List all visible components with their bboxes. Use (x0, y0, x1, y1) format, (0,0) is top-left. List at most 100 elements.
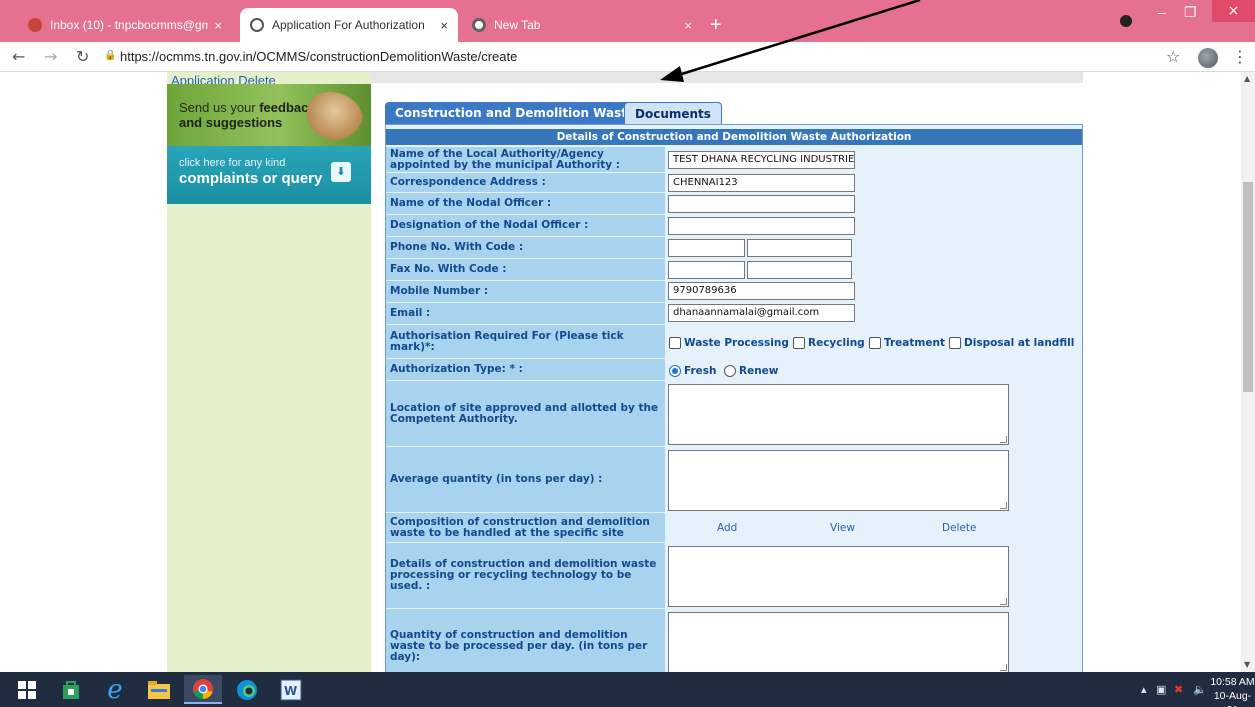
tab-inbox[interactable]: Inbox (10) - tnpcbocmms@gmail × (18, 8, 232, 42)
row-technology: Details of construction and demolition w… (386, 543, 1082, 609)
row-fax: Fax No. With Code : (386, 259, 1082, 281)
feedback-text: Send us your (179, 100, 260, 115)
composition-view-link[interactable]: View (830, 522, 855, 534)
address-toolbar: ← → ↻ 🔒 https://ocmms.tn.gov.in/OCMMS/co… (0, 42, 1255, 72)
checkbox-recycling[interactable]: Recycling (793, 337, 865, 349)
url-bar[interactable]: https://ocmms.tn.gov.in/OCMMS/constructi… (120, 49, 517, 64)
scroll-down-icon[interactable]: ▼ (1244, 660, 1250, 669)
nodal-name-input[interactable] (668, 195, 855, 213)
internet-explorer-icon[interactable]: e (96, 675, 134, 704)
bookmark-star-icon[interactable]: ☆ (1166, 47, 1180, 66)
mobile-input[interactable]: 9790789636 (668, 282, 855, 300)
row-address: Correspondence Address : CHENNAI123 (386, 173, 1082, 193)
location-textarea[interactable] (668, 384, 1009, 445)
phone-code-input[interactable] (668, 239, 745, 257)
tab-construction-waste[interactable]: Construction and Demolition Waste (385, 102, 646, 124)
radio-circle (724, 365, 736, 377)
chrome-taskbar-icon[interactable] (184, 675, 222, 704)
email-label: Email : (386, 303, 665, 325)
chrome-icon (472, 18, 486, 32)
average-quantity-label: Average quantity (in tons per day) : (386, 447, 665, 513)
top-gray-bar (371, 72, 1083, 83)
row-nodal-name: Name of the Nodal Officer : (386, 193, 1082, 215)
tab-application[interactable]: Application For Authorization × (240, 8, 458, 42)
profile-icon[interactable] (1120, 15, 1132, 27)
address-input[interactable]: CHENNAI123 (668, 174, 855, 192)
window-close-button[interactable]: × (1212, 0, 1255, 22)
volume-icon[interactable]: 🔈 (1193, 683, 1207, 696)
row-local-authority: Name of the Local Authority/Agency appoi… (386, 147, 1082, 173)
radio-circle (669, 365, 681, 377)
composition-delete-link[interactable]: Delete (942, 522, 977, 534)
nodal-designation-input[interactable] (668, 217, 855, 235)
local-authority-input[interactable]: TEST DHANA RECYCLING INDUSTRIE (668, 151, 855, 169)
clock-time: 10:58 AM (1210, 676, 1255, 688)
row-composition: Composition of construction and demoliti… (386, 513, 1082, 543)
form-header: Details of Construction and Demolition W… (386, 129, 1082, 145)
restore-icon[interactable]: ❐ (1184, 4, 1197, 21)
network-icon[interactable]: ▣ (1156, 683, 1166, 696)
address-label: Correspondence Address : (386, 173, 665, 193)
complaints-banner[interactable]: click here for any kind complaints or qu… (167, 146, 371, 204)
fax-number-input[interactable] (747, 261, 852, 279)
phone-label: Phone No. With Code : (386, 237, 665, 259)
reload-icon[interactable]: ↻ (76, 47, 89, 66)
checkbox-treatment[interactable]: Treatment (869, 337, 945, 349)
close-tab-icon[interactable]: × (684, 18, 692, 33)
quantity-processed-textarea[interactable] (668, 612, 1009, 672)
tab-new-tab[interactable]: New Tab × (462, 8, 702, 42)
checkbox-box (869, 337, 881, 349)
user-avatar[interactable] (1198, 48, 1218, 68)
nodal-name-label: Name of the Nodal Officer : (386, 193, 665, 215)
technology-textarea[interactable] (668, 546, 1009, 607)
radio-fresh[interactable]: Fresh (669, 365, 717, 377)
left-sidebar: Application Delete Send us your feedback… (167, 72, 371, 672)
average-quantity-textarea[interactable] (668, 450, 1009, 511)
flag-alert-icon[interactable]: ✖ (1174, 683, 1183, 696)
checkbox-box (669, 337, 681, 349)
back-icon[interactable]: ← (12, 47, 25, 66)
feedback-banner[interactable]: Send us your feedback and suggestions (167, 84, 371, 146)
scrollbar-thumb[interactable] (1243, 182, 1253, 392)
quantity-processed-label: Quantity of construction and demolition … (386, 609, 665, 672)
row-average-quantity: Average quantity (in tons per day) : (386, 447, 1082, 513)
forward-icon[interactable]: → (44, 47, 57, 66)
row-email: Email : dhanaannamalai@gmail.com (386, 303, 1082, 325)
checkbox-disposal-landfill[interactable]: Disposal at landfill (949, 337, 1074, 349)
technology-label: Details of construction and demolition w… (386, 543, 665, 609)
tray-chevron-icon[interactable]: ▴ (1141, 683, 1147, 696)
page-viewport: Application Delete Send us your feedback… (0, 72, 1241, 672)
file-explorer-icon[interactable] (140, 675, 178, 704)
fax-code-input[interactable] (668, 261, 745, 279)
checkbox-waste-processing[interactable]: Waste Processing (669, 337, 789, 349)
local-authority-label: Name of the Local Authority/Agency appoi… (386, 147, 665, 173)
composition-label: Composition of construction and demoliti… (386, 513, 665, 543)
down-arrow-icon[interactable]: ⬇ (331, 162, 351, 182)
minimize-icon[interactable]: – (1158, 4, 1166, 20)
windows-start-icon[interactable] (8, 675, 46, 704)
close-tab-icon[interactable]: × (440, 18, 448, 33)
tab-documents[interactable]: Documents (624, 102, 722, 124)
close-tab-icon[interactable]: × (214, 18, 222, 33)
complaints-small-text: click here for any kind (179, 157, 286, 169)
taskbar-clock[interactable]: 10:58 AM 10-Aug-21 (1210, 675, 1255, 707)
lock-icon[interactable]: 🔒 (104, 50, 116, 61)
page-scrollbar[interactable]: ▲ ▼ (1241, 72, 1255, 672)
phone-number-input[interactable] (747, 239, 852, 257)
word-icon[interactable]: W (272, 675, 310, 704)
store-icon[interactable] (52, 675, 90, 704)
nodal-designation-label: Designation of the Nodal Officer : (386, 215, 665, 237)
row-phone: Phone No. With Code : (386, 237, 1082, 259)
composition-add-link[interactable]: Add (717, 522, 737, 534)
radio-renew[interactable]: Renew (724, 365, 779, 377)
authorization-type-label: Authorization Type: * : (386, 359, 665, 381)
edge-icon[interactable] (228, 675, 266, 704)
complaints-big-text: complaints or query (179, 170, 323, 187)
fax-label: Fax No. With Code : (386, 259, 665, 281)
email-input[interactable]: dhanaannamalai@gmail.com (668, 304, 855, 322)
scroll-up-icon[interactable]: ▲ (1244, 74, 1250, 83)
new-tab-button[interactable]: + (710, 14, 722, 37)
location-label: Location of site approved and allotted b… (386, 381, 665, 447)
mobile-label: Mobile Number : (386, 281, 665, 303)
menu-kebab-icon[interactable]: ⋮ (1232, 47, 1248, 66)
